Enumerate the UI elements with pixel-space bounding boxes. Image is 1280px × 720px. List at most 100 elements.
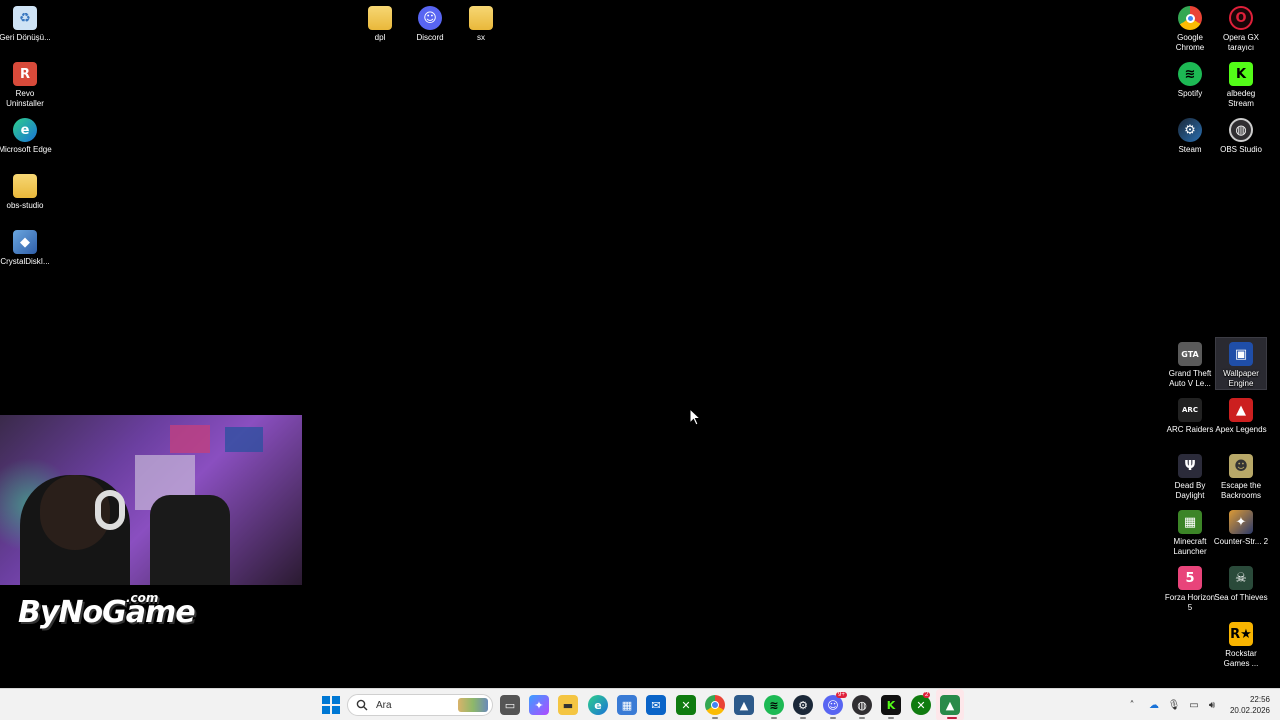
arc-raiders-icon: ARC xyxy=(1178,398,1202,422)
icon-label: Rockstar Games ... xyxy=(1223,649,1259,668)
edge-icon: e xyxy=(13,118,37,142)
discord-badge: 9+ xyxy=(836,692,847,698)
desktop-icon-minecraft-launcher[interactable]: ▦ Minecraft Launcher xyxy=(1165,506,1215,557)
icon-label: Apex Legends xyxy=(1215,425,1267,434)
desktop-icon-escape-backrooms[interactable]: ☻ Escape the Backrooms xyxy=(1216,450,1266,501)
desktop-icon-discord[interactable]: ☺ Discord xyxy=(405,2,455,43)
desktop-icon-wallpaper-engine[interactable]: ▣ Wallpaper Engine xyxy=(1215,337,1267,390)
revo-uninstaller-icon: R xyxy=(13,62,37,86)
desktop-icon-spotify[interactable]: ≋ Spotify xyxy=(1165,58,1215,99)
icon-label: albedeg Stream xyxy=(1226,89,1256,108)
headphones xyxy=(95,490,125,530)
desktop-icon-forza-horizon-5[interactable]: 5 Forza Horizon 5 xyxy=(1165,562,1215,613)
desktop-icon-dpl-folder[interactable]: dpl xyxy=(355,2,405,43)
recycle-bin-icon: ♻ xyxy=(13,6,37,30)
desktop-icon-obs-studio-folder[interactable]: obs-studio xyxy=(0,170,50,211)
clock-date: 20.02.2026 xyxy=(1229,706,1270,715)
desktop-icon-apex-legends[interactable]: ▲ Apex Legends xyxy=(1215,394,1267,435)
file-explorer-icon[interactable]: ▬ xyxy=(558,695,578,715)
chevron-up-icon[interactable]: ˄ xyxy=(1124,697,1140,713)
chrome-icon xyxy=(1178,6,1202,30)
icon-label: Sea of Thieves xyxy=(1214,593,1268,602)
outlook-icon[interactable]: ✉ xyxy=(646,695,666,715)
clock-time: 22:56 xyxy=(1249,695,1270,704)
xbox-app-taskbar-icon[interactable]: ✕ xyxy=(911,695,931,715)
edge-taskbar-icon[interactable]: e xyxy=(588,695,608,715)
icon-label: Spotify xyxy=(1177,89,1203,98)
taskbar-search[interactable]: Ara xyxy=(347,694,493,716)
crystaldisk-icon: ◆ xyxy=(13,230,37,254)
desktop-icon-google-chrome[interactable]: Google Chrome xyxy=(1165,2,1215,53)
desktop-icon-sea-of-thieves[interactable]: ☠ Sea of Thieves xyxy=(1214,562,1268,603)
desktop-icon-sx-folder[interactable]: sx xyxy=(456,2,506,43)
dbd-icon: Ψ xyxy=(1178,454,1202,478)
desktop-icon-arc-raiders[interactable]: ARC ARC Raiders xyxy=(1165,394,1215,435)
desktop-icon-counter-strike-2[interactable]: ✦ Counter-Str... 2 xyxy=(1214,506,1268,547)
desktop-icon-opera-gx[interactable]: O Opera GX tarayıcı xyxy=(1216,2,1266,53)
poster xyxy=(170,425,210,453)
discord-taskbar-icon[interactable]: ☺ xyxy=(823,695,843,715)
desktop-icon-crystaldisk[interactable]: ◆ CrystalDiskI... xyxy=(0,226,50,267)
brand-main: ByNoGame xyxy=(18,595,196,630)
clock[interactable]: 22:56 20.02.2026 xyxy=(1230,694,1270,716)
poster xyxy=(225,427,263,452)
onedrive-icon[interactable]: ☁ xyxy=(1146,697,1162,713)
task-view-button[interactable]: ▭ xyxy=(500,695,520,715)
desktop-icon-recycle-bin[interactable]: ♻ Geri Dönüşü... xyxy=(0,2,51,43)
apex-icon: ▲ xyxy=(1229,398,1253,422)
desktop-icon-obs-studio[interactable]: ◍ OBS Studio xyxy=(1216,114,1266,155)
icon-label: OBS Studio xyxy=(1220,145,1262,154)
opera-gx-icon: O xyxy=(1229,6,1253,30)
desktop-icon-dead-by-daylight[interactable]: Ψ Dead By Daylight xyxy=(1165,450,1215,501)
running-indicator xyxy=(771,717,777,719)
icon-label: Escape the Backrooms xyxy=(1220,481,1262,500)
icon-label: Grand Theft Auto V Le... xyxy=(1168,369,1212,388)
backrooms-icon: ☻ xyxy=(1229,454,1253,478)
bynogame-logo: ByNoGame .com xyxy=(18,591,196,630)
cs2-icon: ✦ xyxy=(1229,510,1253,534)
desktop-icon-gta-v[interactable]: GTA Grand Theft Auto V Le... xyxy=(1165,338,1215,389)
steam-taskbar-icon[interactable]: ⚙ xyxy=(793,695,813,715)
sea-of-thieves-icon: ☠ xyxy=(1229,566,1253,590)
brand-suffix: .com xyxy=(126,591,159,605)
minecraft-icon: ▦ xyxy=(1178,510,1202,534)
system-tray: ˄ ☁ 🎙︎ ▭ 🔊︎ xyxy=(1124,689,1220,720)
steam-icon: ⚙ xyxy=(1178,118,1202,142)
desktop-icon-rockstar-games[interactable]: R★ Rockstar Games ... xyxy=(1216,618,1266,669)
folder-icon xyxy=(13,174,37,198)
obs-taskbar-icon[interactable]: ◍ xyxy=(852,695,872,715)
icon-label: Google Chrome xyxy=(1175,33,1205,52)
spotify-icon: ≋ xyxy=(1178,62,1202,86)
kick-icon: K xyxy=(1229,62,1253,86)
photos-icon[interactable]: ▲ xyxy=(734,695,754,715)
running-indicator xyxy=(800,717,806,719)
kick-taskbar-icon[interactable]: K xyxy=(881,695,901,715)
desktop-icon-revo-uninstaller[interactable]: R Revo Uninstaller xyxy=(0,58,50,109)
chrome-taskbar-icon[interactable] xyxy=(705,695,725,715)
gaming-chair xyxy=(150,495,230,585)
rockstar-icon: R★ xyxy=(1229,622,1253,646)
microphone-icon[interactable]: 🎙︎ xyxy=(1166,697,1182,713)
volume-icon[interactable]: 🔊︎ xyxy=(1204,697,1220,713)
desktop[interactable]: ♻ Geri Dönüşü... R Revo Uninstaller e Mi… xyxy=(0,0,1280,688)
desktop-icon-albedeg-stream[interactable]: K albedeg Stream xyxy=(1216,58,1266,109)
widgets-icon[interactable]: ✦ xyxy=(529,695,549,715)
icon-label: Discord xyxy=(416,33,444,42)
icon-label: sx xyxy=(477,33,485,42)
icon-label: Forza Horizon 5 xyxy=(1164,593,1216,612)
start-button[interactable] xyxy=(321,695,341,715)
xbox-icon[interactable]: ✕ xyxy=(676,695,696,715)
icon-label: Minecraft Launcher xyxy=(1173,537,1207,556)
running-indicator xyxy=(830,717,836,719)
desktop-icon-steam[interactable]: ⚙ Steam xyxy=(1165,114,1215,155)
network-icon[interactable]: ▭ xyxy=(1186,697,1202,713)
icon-label: ARC Raiders xyxy=(1166,425,1214,434)
search-highlight-image xyxy=(458,698,488,712)
spotify-taskbar-icon[interactable]: ≋ xyxy=(764,695,784,715)
discord-icon: ☺ xyxy=(418,6,442,30)
desktop-icon-microsoft-edge[interactable]: e Microsoft Edge xyxy=(0,114,52,155)
store-icon[interactable]: ▦ xyxy=(617,695,637,715)
running-indicator xyxy=(859,717,865,719)
running-indicator xyxy=(888,717,894,719)
active-app-icon[interactable]: ▲ xyxy=(940,695,960,715)
